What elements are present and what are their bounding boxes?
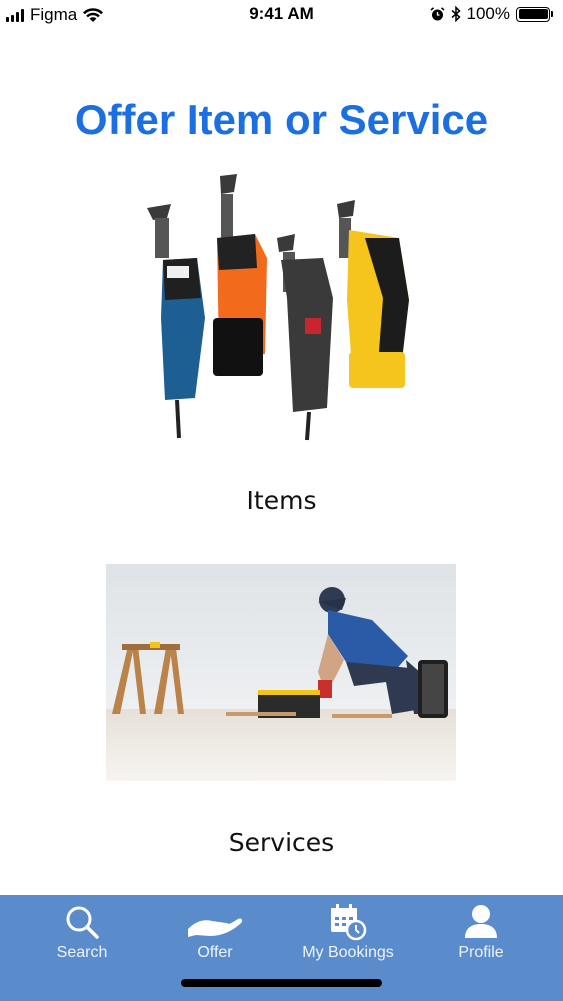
services-image[interactable] [106, 564, 456, 781]
tab-search[interactable]: Search [12, 895, 152, 975]
battery-icon [516, 6, 553, 22]
tab-profile-label: Profile [458, 944, 504, 961]
calendar-clock-icon [331, 904, 367, 941]
signal-bars-icon [6, 8, 24, 22]
page-title: Offer Item or Service [74, 96, 489, 143]
tab-offer-label: Offer [197, 944, 233, 961]
status-bar: Figma 9:41 AM 100% [0, 0, 563, 30]
items-image[interactable] [137, 168, 427, 443]
services-option-label[interactable]: Services [0, 828, 563, 857]
status-left: Figma [6, 5, 104, 25]
tab-offer[interactable]: Offer [145, 895, 285, 975]
wifi-icon [83, 7, 104, 22]
tab-my-bookings[interactable]: My Bookings [278, 895, 418, 975]
tab-search-label: Search [56, 944, 108, 961]
items-option-label[interactable]: Items [0, 486, 563, 515]
carrier-name: Figma [30, 5, 78, 24]
tab-profile[interactable]: Profile [411, 895, 551, 975]
tab-my-bookings-label: My Bookings [302, 944, 394, 961]
status-right: 100% [429, 4, 553, 24]
bluetooth-icon [451, 6, 461, 22]
offer-hand-icon [188, 918, 243, 937]
power-tools-illustration [147, 174, 409, 441]
battery-percentage: 100% [466, 4, 510, 23]
alarm-icon [429, 6, 445, 20]
person-icon [465, 905, 497, 938]
home-indicator[interactable] [181, 979, 382, 987]
worker-photo-illustration [106, 564, 456, 781]
search-icon [66, 906, 99, 939]
